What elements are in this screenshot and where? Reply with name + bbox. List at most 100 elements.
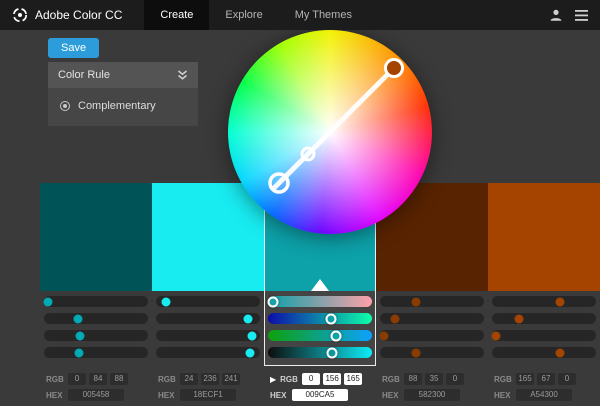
nav-tab-create-label: Create xyxy=(160,9,194,21)
values-swatch2: RGB 24 236 241 HEX 18ECF1 xyxy=(152,371,264,403)
color-mode-toggle-icon[interactable]: ▶ xyxy=(270,375,276,384)
red-slider-swatch2[interactable] xyxy=(156,296,260,307)
top-navigation-bar: Adobe Color CC Create Explore My Themes xyxy=(0,0,600,30)
rgb-r-value: 0 xyxy=(68,373,86,385)
rgb-g-input[interactable]: 156 xyxy=(323,373,342,385)
brightness-slider-swatch5[interactable] xyxy=(492,347,596,358)
red-slider-swatch1[interactable] xyxy=(43,296,148,307)
slider-handle[interactable] xyxy=(326,347,338,358)
hex-value: 18ECF1 xyxy=(180,389,236,401)
blue-slider-swatch3[interactable] xyxy=(268,330,372,341)
hex-label: HEX xyxy=(46,390,63,400)
brightness-slider-swatch4[interactable] xyxy=(380,347,484,358)
hex-label: HEX xyxy=(494,390,511,400)
slider-handle[interactable] xyxy=(245,348,255,357)
blue-slider-swatch2[interactable] xyxy=(156,330,260,341)
green-slider-swatch4[interactable] xyxy=(380,313,484,324)
user-icon[interactable] xyxy=(549,8,563,22)
topbar-right xyxy=(549,8,600,22)
slider-handle[interactable] xyxy=(161,297,171,306)
rgb-b-input[interactable]: 165 xyxy=(344,373,363,385)
blue-slider-swatch5[interactable] xyxy=(491,330,596,341)
slider-panel xyxy=(40,296,600,364)
red-slider-swatch3[interactable] xyxy=(267,296,372,307)
slider-handle[interactable] xyxy=(330,330,342,341)
blue-slider-swatch4[interactable] xyxy=(379,330,484,341)
brightness-slider-swatch1[interactable] xyxy=(44,347,148,358)
swatch-5[interactable] xyxy=(488,183,600,291)
rule-option-complementary[interactable]: Complementary xyxy=(48,96,198,116)
slider-handle[interactable] xyxy=(555,348,565,357)
green-slider-swatch2[interactable] xyxy=(156,313,260,324)
color-rule-panel: Color Rule Complementary xyxy=(48,62,198,126)
brand-title: Adobe Color CC xyxy=(35,8,123,22)
rule-option-label: Complementary xyxy=(78,100,156,112)
green-slider-swatch3[interactable] xyxy=(268,313,372,324)
hex-label: HEX xyxy=(158,390,175,400)
hex-value: A54300 xyxy=(516,389,572,401)
adobe-color-app: Adobe Color CC Create Explore My Themes xyxy=(0,0,600,406)
brightness-slider-swatch3[interactable] xyxy=(268,347,372,358)
slider-handle[interactable] xyxy=(43,297,53,306)
slider-handle[interactable] xyxy=(390,314,400,323)
red-slider-swatch5[interactable] xyxy=(492,296,596,307)
slider-row-blue xyxy=(40,330,600,341)
hex-value: 005458 xyxy=(68,389,124,401)
slider-handle[interactable] xyxy=(555,297,565,306)
rgb-b-value: 241 xyxy=(222,373,240,385)
color-values-panel: RGB 0 84 88 HEX 005458 RGB 24 236 241 HE… xyxy=(40,371,600,403)
wheel-marker-secondary[interactable] xyxy=(300,146,316,162)
save-button[interactable]: Save xyxy=(48,38,100,58)
color-rule-dropdown[interactable]: Color Rule xyxy=(48,62,198,88)
green-slider-swatch5[interactable] xyxy=(492,313,596,324)
slider-handle[interactable] xyxy=(247,331,257,340)
wheel-marker-overlay xyxy=(268,58,404,194)
brightness-slider-swatch2[interactable] xyxy=(156,347,260,358)
main-nav: Create Explore My Themes xyxy=(144,0,368,30)
nav-tab-explore[interactable]: Explore xyxy=(209,0,278,30)
nav-tab-my-themes[interactable]: My Themes xyxy=(279,0,368,30)
hex-label: HEX xyxy=(270,390,287,400)
slider-handle[interactable] xyxy=(514,314,524,323)
complementary-line xyxy=(271,63,399,191)
rgb-g-value: 236 xyxy=(201,373,219,385)
slider-handle[interactable] xyxy=(73,314,83,323)
slider-handle[interactable] xyxy=(411,297,421,306)
color-rule-options: Complementary xyxy=(48,88,198,126)
brand-home-link[interactable]: Adobe Color CC xyxy=(0,7,134,23)
slider-handle[interactable] xyxy=(75,331,85,340)
rgb-g-value: 67 xyxy=(537,373,555,385)
wheel-marker-complement[interactable] xyxy=(384,58,404,78)
rgb-b-value: 88 xyxy=(110,373,128,385)
swatch-1[interactable] xyxy=(40,183,152,291)
green-slider-swatch1[interactable] xyxy=(44,313,148,324)
menu-icon[interactable] xyxy=(575,9,588,21)
rgb-label: RGB xyxy=(382,374,400,384)
rgb-r-input[interactable]: 0 xyxy=(302,373,321,385)
slider-handle[interactable] xyxy=(74,348,84,357)
hex-value: 582300 xyxy=(404,389,460,401)
nav-tab-create[interactable]: Create xyxy=(144,0,210,30)
slider-handle[interactable] xyxy=(411,348,421,357)
nav-tab-explore-label: Explore xyxy=(225,9,263,21)
hex-input[interactable]: 009CA5 xyxy=(292,389,348,401)
slider-handle[interactable] xyxy=(491,331,501,340)
adobe-color-logo-icon xyxy=(12,7,28,23)
rgb-r-value: 24 xyxy=(180,373,198,385)
blue-slider-swatch1[interactable] xyxy=(44,330,148,341)
slider-handle[interactable] xyxy=(267,296,279,307)
color-rule-title: Color Rule xyxy=(58,69,110,81)
slider-handle[interactable] xyxy=(325,313,337,324)
slider-row-brightness xyxy=(40,347,600,358)
radio-icon xyxy=(60,101,70,111)
rgb-label: RGB xyxy=(494,374,512,384)
rgb-r-value: 88 xyxy=(404,373,422,385)
rgb-b-value: 0 xyxy=(446,373,464,385)
slider-handle[interactable] xyxy=(243,314,253,323)
rgb-g-value: 84 xyxy=(89,373,107,385)
red-slider-swatch4[interactable] xyxy=(380,296,484,307)
slider-handle[interactable] xyxy=(379,331,389,340)
wheel-marker-base[interactable] xyxy=(268,172,290,194)
values-swatch4: RGB 88 35 0 HEX 582300 xyxy=(376,371,488,403)
values-swatch3-selected: ▶ RGB 0 156 165 HEX 009CA5 xyxy=(264,371,376,403)
